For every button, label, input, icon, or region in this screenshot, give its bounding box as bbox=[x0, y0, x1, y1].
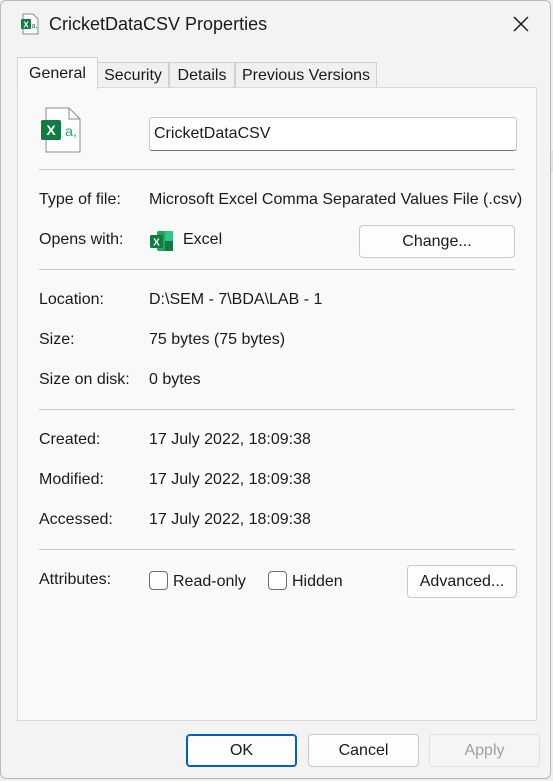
divider bbox=[39, 409, 515, 410]
accessed-label: Accessed: bbox=[39, 511, 113, 528]
modified-value: 17 July 2022, 18:09:38 bbox=[149, 471, 311, 488]
location-value: D:\SEM - 7\BDA\LAB - 1 bbox=[149, 291, 323, 308]
apply-button[interactable]: Apply bbox=[429, 734, 540, 767]
advanced-button[interactable]: Advanced... bbox=[407, 565, 517, 598]
change-button[interactable]: Change... bbox=[359, 225, 515, 258]
accessed-value: 17 July 2022, 18:09:38 bbox=[149, 511, 311, 528]
hidden-checkbox[interactable] bbox=[268, 571, 287, 590]
excel-app-icon: X bbox=[149, 230, 174, 256]
divider bbox=[39, 269, 515, 270]
created-value: 17 July 2022, 18:09:38 bbox=[149, 431, 311, 448]
properties-dialog: X a, CricketDataCSV Properties General S… bbox=[0, 0, 551, 779]
opens-with-label: Opens with: bbox=[39, 231, 124, 248]
attributes-label: Attributes: bbox=[39, 571, 112, 588]
tab-previous-versions[interactable]: Previous Versions bbox=[235, 62, 377, 87]
size-on-disk-value: 0 bytes bbox=[149, 371, 201, 388]
created-label: Created: bbox=[39, 431, 101, 448]
tab-security[interactable]: Security bbox=[97, 62, 169, 87]
tab-details[interactable]: Details bbox=[169, 62, 235, 87]
ok-button[interactable]: OK bbox=[186, 734, 297, 767]
size-value: 75 bytes (75 bytes) bbox=[149, 331, 286, 348]
excel-csv-file-icon: X a, bbox=[20, 13, 40, 39]
read-only-label: Read-only bbox=[173, 573, 246, 590]
general-tab-panel bbox=[17, 87, 537, 721]
svg-text:X: X bbox=[23, 21, 29, 30]
excel-csv-file-icon: X a, bbox=[40, 107, 82, 157]
svg-text:a,: a, bbox=[65, 123, 77, 139]
svg-text:X: X bbox=[46, 122, 56, 138]
size-on-disk-label: Size on disk: bbox=[39, 371, 130, 388]
divider bbox=[39, 549, 515, 550]
size-label: Size: bbox=[39, 331, 75, 348]
hidden-label: Hidden bbox=[292, 573, 343, 590]
close-button[interactable] bbox=[506, 11, 536, 39]
close-icon bbox=[513, 16, 529, 32]
tab-general[interactable]: General bbox=[17, 57, 98, 89]
read-only-checkbox[interactable] bbox=[149, 571, 168, 590]
divider bbox=[39, 169, 515, 170]
window-title: CricketDataCSV Properties bbox=[49, 14, 268, 34]
type-of-file-value: Microsoft Excel Comma Separated Values F… bbox=[149, 191, 523, 208]
cancel-button[interactable]: Cancel bbox=[308, 734, 419, 767]
svg-text:X: X bbox=[153, 238, 160, 249]
location-label: Location: bbox=[39, 291, 104, 308]
modified-label: Modified: bbox=[39, 471, 104, 488]
title-bar: X a, CricketDataCSV Properties bbox=[1, 1, 550, 47]
svg-text:a,: a, bbox=[32, 23, 38, 30]
file-name-input[interactable] bbox=[149, 117, 517, 151]
opens-with-app: Excel bbox=[183, 231, 223, 248]
type-of-file-label: Type of file: bbox=[39, 191, 121, 208]
